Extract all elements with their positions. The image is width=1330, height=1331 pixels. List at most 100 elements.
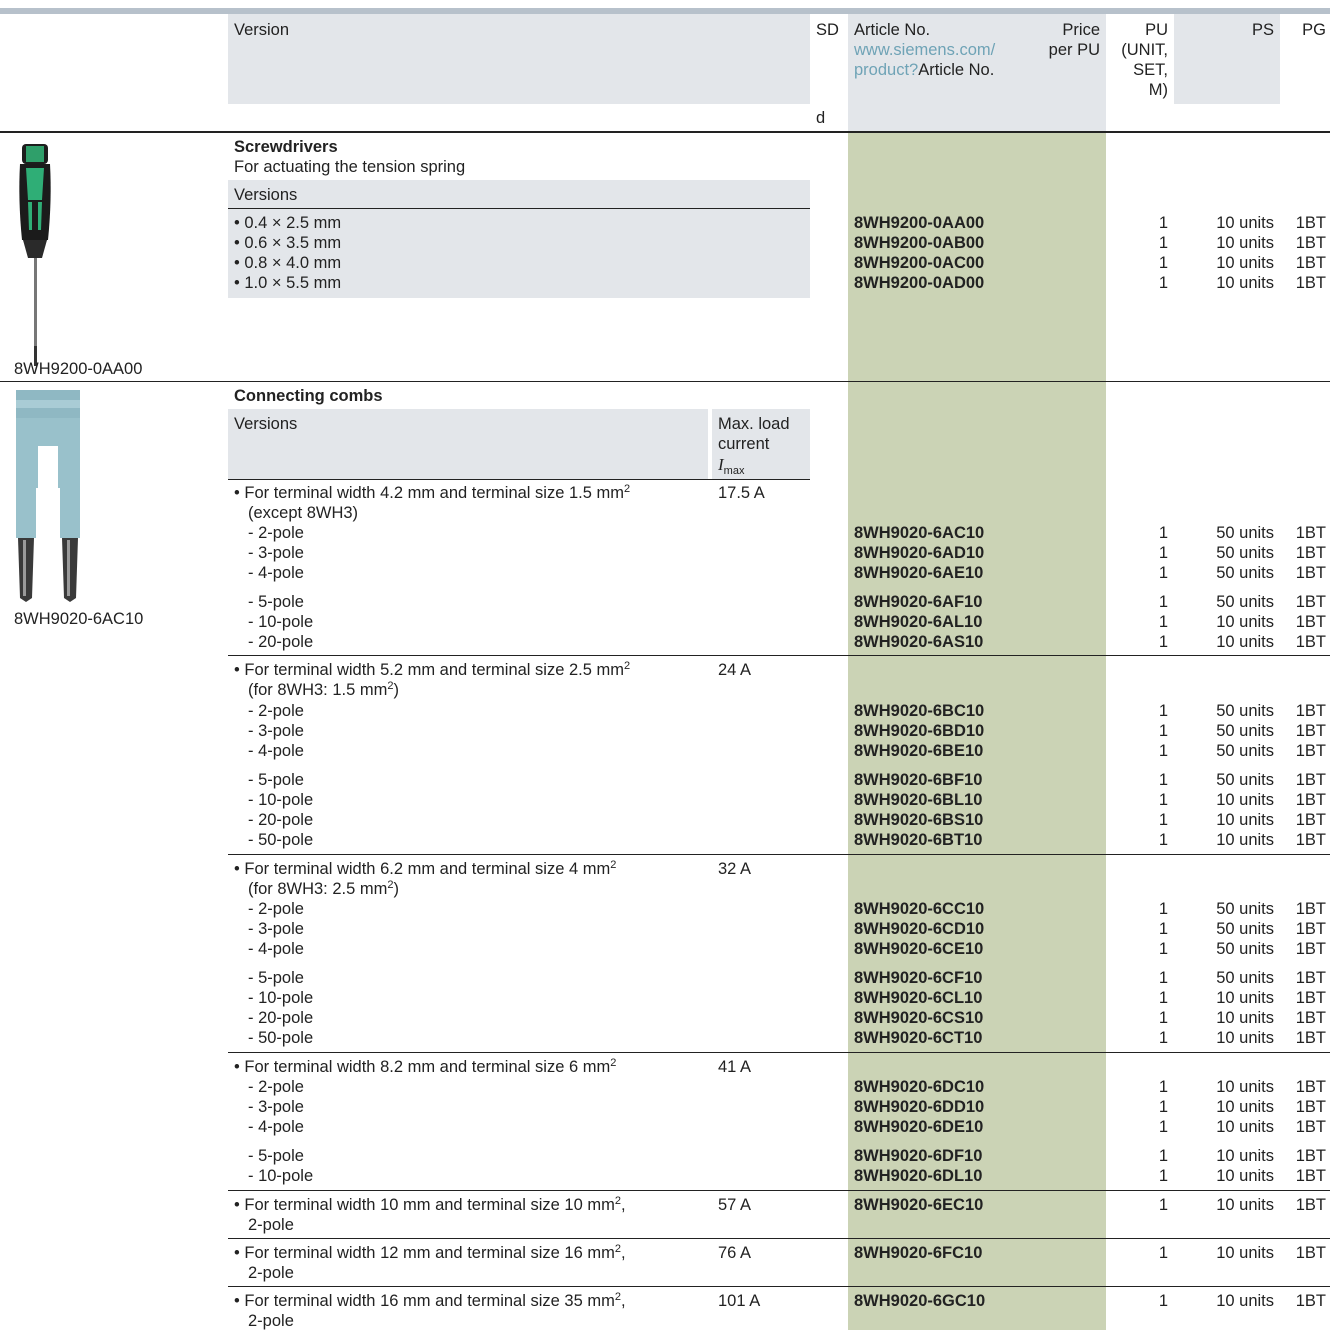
comb-desc: • For terminal width 16 mm and terminal … <box>234 1291 626 1311</box>
pu-value: 1 <box>1158 1098 1168 1116</box>
article-number: 8WH9020-6DE10 <box>854 1118 984 1136</box>
header-pu-3: SET, <box>1133 61 1168 79</box>
comb-pole: - 3-pole <box>248 920 304 938</box>
comb-desc-2-text: (for 8WH3: 1.5 mm <box>248 681 388 699</box>
pu-value: 1 <box>1158 969 1168 987</box>
comb-desc-text: • For terminal width 6.2 mm and terminal… <box>234 860 611 878</box>
pu-value: 1 <box>1158 1292 1168 1310</box>
pg-value: 1BT <box>1295 920 1326 938</box>
combs-imax: Imax <box>718 455 744 477</box>
header-article-link2-tail: Article No. <box>918 61 995 79</box>
pu-value: 1 <box>1158 633 1168 651</box>
comb-current: 32 A <box>718 860 752 878</box>
comb-desc-text: • For terminal width 8.2 mm and terminal… <box>234 1058 611 1076</box>
comb-desc: • For terminal width 12 mm and terminal … <box>234 1243 626 1263</box>
pg-value: 1BT <box>1295 811 1326 829</box>
comb-desc: • For terminal width 8.2 mm and terminal… <box>234 1057 616 1077</box>
ps-value: 50 units <box>1216 900 1274 918</box>
header-rule <box>0 131 1330 133</box>
pg-value: 1BT <box>1295 969 1326 987</box>
article-number: 8WH9020-6AL10 <box>854 613 983 631</box>
screwdrivers-title: Screwdrivers <box>234 138 338 156</box>
header-article-link[interactable]: www.siemens.com/ <box>854 40 995 60</box>
comb-desc-sup: 2 <box>610 859 617 871</box>
pg-value: 1BT <box>1295 1009 1326 1027</box>
article-number: 8WH9020-6BD10 <box>854 722 985 740</box>
group-rule <box>228 1052 1330 1053</box>
pg-value: 1BT <box>1295 254 1326 272</box>
group-rule <box>228 854 1330 855</box>
pg-value: 1BT <box>1295 831 1326 849</box>
pu-value: 1 <box>1158 1118 1168 1136</box>
comb-current: 57 A <box>718 1196 752 1214</box>
comb-desc-2: 2-pole <box>248 1264 294 1282</box>
ps-value: 10 units <box>1216 1098 1274 1116</box>
pu-value: 1 <box>1158 1029 1168 1047</box>
pu-value: 1 <box>1158 1078 1168 1096</box>
ps-value: 50 units <box>1216 742 1274 760</box>
header-sd: SD <box>816 21 839 39</box>
ps-value: 50 units <box>1216 920 1274 938</box>
header-article-link2[interactable]: product? <box>854 61 918 79</box>
pu-value: 1 <box>1158 1167 1168 1185</box>
article-number: 8WH9020-6AS10 <box>854 633 984 651</box>
comb-desc-sup: 2 <box>623 660 631 672</box>
pu-value: 1 <box>1158 831 1168 849</box>
pu-value: 1 <box>1158 900 1168 918</box>
article-number: 8WH9020-6AF10 <box>854 593 983 611</box>
article-number: 8WH9020-6BC10 <box>854 702 985 720</box>
article-number: 8WH9020-6DF10 <box>854 1147 983 1165</box>
pu-value: 1 <box>1158 771 1168 789</box>
comb-pole: - 5-pole <box>248 593 304 611</box>
ps-value: 50 units <box>1216 771 1274 789</box>
ps-value: 10 units <box>1216 791 1274 809</box>
screwdriver-version: • 0.6 × 3.5 mm <box>234 234 342 252</box>
comb-pole: - 20-pole <box>248 633 314 651</box>
header-version: Version <box>234 21 290 39</box>
header-pg: PG <box>1302 21 1326 39</box>
header-price-2: per PU <box>1048 41 1100 59</box>
ps-value: 10 units <box>1216 1196 1274 1214</box>
ps-value: 10 units <box>1216 1244 1274 1262</box>
pg-value: 1BT <box>1295 593 1326 611</box>
combs-versions-bg <box>228 409 708 479</box>
comb-pole: - 10-pole <box>248 989 314 1007</box>
comb-pole: - 10-pole <box>248 791 314 809</box>
header-version-bg <box>228 14 810 104</box>
article-number: 8WH9020-6AC10 <box>854 524 985 542</box>
article-number: 8WH9020-6DC10 <box>854 1078 985 1096</box>
pg-value: 1BT <box>1295 234 1326 252</box>
ps-value: 10 units <box>1216 989 1274 1007</box>
comb-pole: - 2-pole <box>248 702 304 720</box>
ps-value: 10 units <box>1216 1147 1274 1165</box>
pg-value: 1BT <box>1295 1244 1326 1262</box>
article-number: 8WH9020-6CL10 <box>854 989 983 1007</box>
article-number: 8WH9020-6CS10 <box>854 1009 984 1027</box>
pu-value: 1 <box>1158 544 1168 562</box>
pg-value: 1BT <box>1295 1196 1326 1214</box>
comb-image-caption: 8WH9020-6AC10 <box>14 610 144 628</box>
comb-pole: - 10-pole <box>248 1167 314 1185</box>
pu-value: 1 <box>1158 742 1168 760</box>
comb-pole: - 5-pole <box>248 1147 304 1165</box>
group-rule <box>228 1286 1330 1287</box>
pu-value: 1 <box>1158 234 1168 252</box>
comb-desc-tail: , <box>620 1196 626 1214</box>
comb-pole: - 3-pole <box>248 1098 304 1116</box>
screwdrivers-versions-bg <box>228 180 810 208</box>
article-number: 8WH9200-0AD00 <box>854 274 985 292</box>
pg-value: 1BT <box>1295 1167 1326 1185</box>
group-rule <box>228 1238 1330 1239</box>
pu-value: 1 <box>1158 811 1168 829</box>
pg-value: 1BT <box>1295 900 1326 918</box>
screwdriver-image-caption: 8WH9200-0AA00 <box>14 360 143 378</box>
screwdrivers-subtitle: For actuating the tension spring <box>234 158 466 176</box>
pg-value: 1BT <box>1295 722 1326 740</box>
article-number: 8WH9020-6GC10 <box>854 1292 986 1310</box>
comb-desc-2: (for 8WH3: 2.5 mm2) <box>248 879 399 899</box>
pu-value: 1 <box>1158 920 1168 938</box>
pu-value: 1 <box>1158 989 1168 1007</box>
ps-value: 10 units <box>1216 214 1274 232</box>
pg-value: 1BT <box>1295 771 1326 789</box>
pu-value: 1 <box>1158 254 1168 272</box>
